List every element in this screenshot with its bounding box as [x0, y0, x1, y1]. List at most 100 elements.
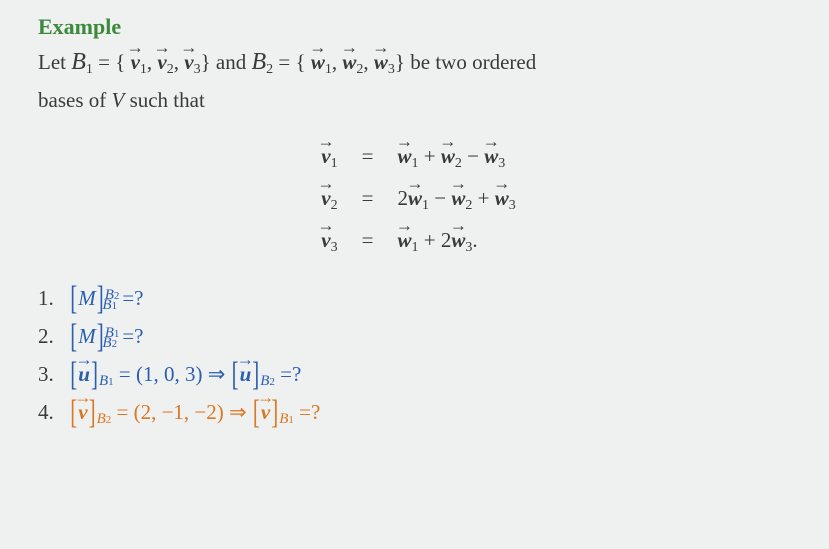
rbrace: }: [395, 50, 405, 74]
implies: ⇒: [229, 400, 252, 424]
slide-page: Example Let B1 = { v1, v2, v3} and B2 = …: [0, 0, 829, 456]
sub: 1: [325, 62, 332, 77]
lbrace: {: [115, 50, 125, 74]
question-list: 1. [M]B2B1 =? 2. [M]B1B2 =? 3. [u]B1 = (…: [38, 286, 799, 428]
qmark: =?: [122, 286, 143, 310]
sub: 2: [331, 198, 338, 213]
rbracket: ]: [88, 393, 97, 433]
sub: 3: [388, 62, 395, 77]
equation-block: v1 = w1 + w2 − w3 v2 = 2w1 − w2 + w3 v3 …: [321, 144, 515, 256]
sub-B2s: 2: [269, 376, 275, 388]
eq1-rhs: w1 + w2 − w3: [397, 144, 515, 172]
question-2: 2. [M]B1B2 =?: [38, 324, 799, 352]
eq-sym: =: [362, 144, 374, 169]
basis-B1: B: [71, 49, 86, 75]
question-3: 3. [u]B1 = (1, 0, 3) ⇒ [u]B2 =?: [38, 362, 799, 390]
vec: w: [397, 228, 411, 253]
vec: v: [321, 144, 330, 169]
intro-tail-3: such that: [124, 88, 204, 112]
tuple-4: = (2, −1, −2): [117, 400, 230, 424]
word-let: Let: [38, 50, 66, 74]
vec-u: u: [78, 362, 90, 387]
vec-w3: w: [374, 45, 388, 81]
minus: −: [429, 186, 451, 210]
vec: v: [321, 186, 330, 211]
rbracket: ]: [270, 393, 279, 433]
eq2-lhs: v2: [321, 186, 337, 214]
matrix-M: M: [78, 286, 96, 310]
eq2-rhs: 2w1 − w2 + w3: [397, 186, 515, 214]
eq-sym: =: [362, 186, 374, 211]
word-and: and: [216, 50, 252, 74]
sub-B2: B: [97, 411, 106, 427]
vec: w: [451, 228, 465, 253]
example-title: Example: [38, 14, 799, 40]
vec-v3: v: [184, 45, 193, 81]
sub-B1: B: [99, 373, 108, 389]
sub: 3: [194, 62, 201, 77]
vec-v1: v: [131, 45, 140, 81]
equals: =: [278, 50, 295, 74]
qmark: =?: [122, 324, 143, 348]
eq-sym: =: [362, 228, 374, 253]
intro-tail-2: bases of: [38, 88, 111, 112]
vec: w: [397, 144, 411, 169]
plus: +: [418, 144, 440, 168]
tuple-3: = (1, 0, 3): [119, 362, 208, 386]
rbracket: ]: [96, 279, 105, 319]
question-1: 1. [M]B2B1 =?: [38, 286, 799, 314]
sub: 1: [422, 198, 429, 213]
sub-B1s: 1: [112, 300, 118, 312]
list-number: 3.: [38, 362, 64, 387]
rbrace: }: [201, 50, 211, 74]
intro-text: Let B1 = { v1, v2, v3} and B2 = { w1, w2…: [38, 42, 799, 118]
dot: .: [472, 228, 477, 252]
sub: 1: [140, 62, 147, 77]
eq3-rhs: w1 + 2w3.: [397, 228, 515, 256]
matrix-M: M: [78, 324, 96, 348]
list-number: 2.: [38, 324, 64, 349]
qmark: =?: [280, 362, 301, 386]
sub-B1: B: [279, 411, 288, 427]
vec-u: u: [240, 362, 252, 387]
sub: 2: [455, 156, 462, 171]
space-V: V: [111, 88, 124, 112]
sub-B1s: 1: [108, 376, 114, 388]
list-number: 4.: [38, 400, 64, 425]
vec-w2: w: [342, 45, 356, 81]
vec: w: [495, 186, 509, 211]
vec: v: [321, 228, 330, 253]
vec-v: v: [261, 400, 270, 425]
vec: w: [484, 144, 498, 169]
eq1-lhs: v1: [321, 144, 337, 172]
eq3-lhs: v3: [321, 228, 337, 256]
sub-1: 1: [86, 62, 93, 77]
sub-2: 2: [266, 62, 273, 77]
vec-v: v: [78, 400, 87, 425]
basis-B2: B: [252, 49, 267, 75]
sub: 2: [167, 62, 174, 77]
sub: 3: [498, 156, 505, 171]
vec-w1: w: [311, 45, 325, 81]
intro-tail-1: be two ordered: [410, 50, 536, 74]
lbrace: {: [296, 50, 306, 74]
list-number: 1.: [38, 286, 64, 311]
equals: =: [98, 50, 115, 74]
sub: 3: [509, 198, 516, 213]
implies: ⇒: [208, 362, 231, 386]
vec: w: [408, 186, 422, 211]
minus: −: [462, 144, 484, 168]
sub-B2s: 2: [106, 414, 112, 426]
mid: + 2: [418, 228, 451, 252]
vec: w: [451, 186, 465, 211]
sub-B1s: 1: [288, 414, 294, 426]
qmark: =?: [299, 400, 320, 424]
vec: w: [441, 144, 455, 169]
sub: 2: [356, 62, 363, 77]
question-4: 4. [v]B2 = (2, −1, −2) ⇒ [v]B1 =?: [38, 400, 799, 428]
rbracket: ]: [96, 317, 105, 357]
vec-v2: v: [157, 45, 166, 81]
lbracket: [: [69, 279, 78, 319]
sub: 1: [331, 156, 338, 171]
plus: +: [472, 186, 494, 210]
